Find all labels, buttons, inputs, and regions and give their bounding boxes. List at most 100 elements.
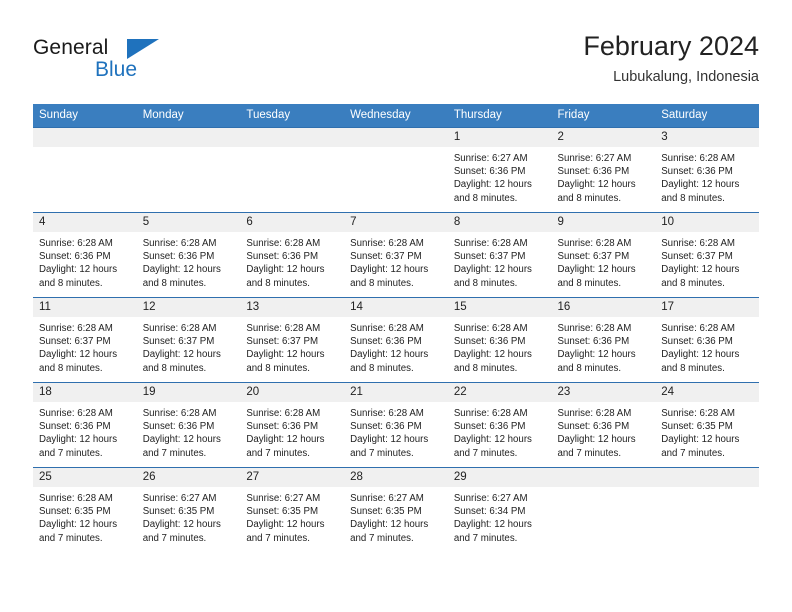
- calendar-week-row: 25 Sunrise: 6:28 AM Sunset: 6:35 PM Dayligh…: [33, 467, 759, 552]
- calendar-day-cell[interactable]: 1 Sunrise: 6:27 AM Sunset: 6:36 PM Daylight…: [447, 127, 552, 213]
- sunrise-text: Sunrise: 6:28 AM: [142, 323, 217, 334]
- calendar-day-cell[interactable]: 8 Sunrise: 6:28 AM Sunset: 6:37 PM Daylight…: [447, 212, 552, 298]
- calendar-day-cell[interactable]: 11 Sunrise: 6:28 AM Sunset: 6:37 PM Dayligh…: [33, 297, 137, 383]
- weekday-header-saturday: Saturday: [655, 104, 759, 128]
- calendar-day-cell[interactable]: 20 Sunrise: 6:28 AM Sunset: 6:36 PM Dayligh…: [240, 382, 345, 468]
- daylight-line2-text: and 8 minutes.: [142, 362, 207, 374]
- day-details: Sunrise: 6:27 AM Sunset: 6:36 PM Daylight:…: [552, 147, 656, 205]
- calendar-week-row: 11 Sunrise: 6:28 AM Sunset: 6:37 PM Dayligh…: [33, 297, 759, 383]
- daylight-line2-text: and 8 minutes.: [453, 192, 518, 204]
- calendar-day-cell[interactable]: 27 Sunrise: 6:27 AM Sunset: 6:35 PM Dayligh…: [240, 467, 345, 552]
- calendar-day-cell[interactable]: 24 Sunrise: 6:28 AM Sunset: 6:35 PM Dayligh…: [655, 382, 759, 468]
- daylight-line1-text: Daylight: 12 hours: [557, 349, 636, 361]
- sunrise-text: Sunrise: 6:28 AM: [453, 323, 528, 334]
- sunset-text: Sunset: 6:35 PM: [39, 506, 111, 518]
- calendar-day-cell[interactable]: 23 Sunrise: 6:28 AM Sunset: 6:36 PM Dayligh…: [551, 382, 656, 468]
- sunrise-text: Sunrise: 6:28 AM: [661, 153, 735, 164]
- daylight-line1-text: Daylight: 12 hours: [350, 264, 429, 276]
- day-number: 20: [240, 383, 345, 402]
- calendar-day-cell[interactable]: 3 Sunrise: 6:28 AM Sunset: 6:36 PM Daylight…: [655, 127, 759, 213]
- calendar-day-cell[interactable]: 17 Sunrise: 6:28 AM Sunset: 6:36 PM Dayligh…: [655, 297, 759, 383]
- daylight-line1-text: Daylight: 12 hours: [453, 519, 532, 531]
- day-number: [33, 128, 137, 147]
- sunset-text: Sunset: 6:36 PM: [557, 336, 630, 348]
- sunrise-text: Sunrise: 6:28 AM: [246, 238, 321, 249]
- brand-logo[interactable]: General Blue: [33, 36, 243, 88]
- calendar-cell-empty: [33, 127, 137, 213]
- day-details: Sunrise: 6:28 AM Sunset: 6:36 PM Daylight:…: [344, 317, 448, 375]
- daylight-line2-text: and 7 minutes.: [142, 447, 207, 459]
- sunrise-text: Sunrise: 6:28 AM: [39, 323, 113, 334]
- calendar-day-cell[interactable]: 18 Sunrise: 6:28 AM Sunset: 6:36 PM Dayligh…: [33, 382, 137, 468]
- calendar-day-cell[interactable]: 10 Sunrise: 6:28 AM Sunset: 6:37 PM Dayligh…: [655, 212, 759, 298]
- day-number: 8: [447, 213, 552, 232]
- calendar-day-cell[interactable]: 4 Sunrise: 6:28 AM Sunset: 6:36 PM Daylight…: [33, 212, 137, 298]
- calendar-day-cell[interactable]: 9 Sunrise: 6:28 AM Sunset: 6:37 PM Daylight…: [551, 212, 656, 298]
- calendar-day-cell[interactable]: 16 Sunrise: 6:28 AM Sunset: 6:36 PM Dayligh…: [551, 297, 656, 383]
- calendar-day-cell[interactable]: 13 Sunrise: 6:28 AM Sunset: 6:37 PM Dayligh…: [240, 297, 345, 383]
- calendar-day-cell[interactable]: 12 Sunrise: 6:28 AM Sunset: 6:37 PM Dayligh…: [136, 297, 241, 383]
- calendar-day-cell[interactable]: 26 Sunrise: 6:27 AM Sunset: 6:35 PM Dayligh…: [136, 467, 241, 552]
- sunrise-text: Sunrise: 6:28 AM: [350, 323, 424, 334]
- sunrise-text: Sunrise: 6:28 AM: [557, 323, 632, 334]
- triangle-logo-icon: [127, 39, 159, 59]
- sunset-text: Sunset: 6:37 PM: [453, 251, 526, 263]
- sunset-text: Sunset: 6:36 PM: [39, 421, 111, 433]
- daylight-line2-text: and 8 minutes.: [453, 362, 518, 374]
- sunset-text: Sunset: 6:35 PM: [350, 506, 422, 518]
- day-details: Sunrise: 6:28 AM Sunset: 6:36 PM Daylight:…: [655, 317, 759, 375]
- sunrise-text: Sunrise: 6:27 AM: [350, 493, 424, 504]
- day-number: 9: [551, 213, 656, 232]
- sunset-text: Sunset: 6:37 PM: [350, 251, 422, 263]
- sunrise-text: Sunrise: 6:28 AM: [557, 238, 632, 249]
- daylight-line1-text: Daylight: 12 hours: [142, 349, 221, 361]
- calendar-day-cell[interactable]: 15 Sunrise: 6:28 AM Sunset: 6:36 PM Dayligh…: [447, 297, 552, 383]
- sunrise-text: Sunrise: 6:28 AM: [246, 408, 321, 419]
- day-number: 2: [551, 128, 656, 147]
- day-details: Sunrise: 6:28 AM Sunset: 6:36 PM Daylight:…: [33, 402, 137, 460]
- day-details: Sunrise: 6:28 AM Sunset: 6:37 PM Daylight:…: [137, 317, 241, 375]
- daylight-line2-text: and 8 minutes.: [661, 362, 725, 374]
- calendar-day-cell[interactable]: 6 Sunrise: 6:28 AM Sunset: 6:36 PM Daylight…: [240, 212, 345, 298]
- day-number: 19: [136, 383, 241, 402]
- day-number: 5: [136, 213, 241, 232]
- calendar-day-cell[interactable]: 5 Sunrise: 6:28 AM Sunset: 6:36 PM Daylight…: [136, 212, 241, 298]
- brand-name-blue: Blue: [95, 58, 138, 81]
- sunrise-text: Sunrise: 6:27 AM: [246, 493, 321, 504]
- calendar-week-row: 18 Sunrise: 6:28 AM Sunset: 6:36 PM Dayligh…: [33, 382, 759, 468]
- day-details: Sunrise: 6:27 AM Sunset: 6:34 PM Daylight:…: [448, 487, 552, 545]
- sunrise-text: Sunrise: 6:27 AM: [142, 493, 217, 504]
- calendar-day-cell[interactable]: 21 Sunrise: 6:28 AM Sunset: 6:36 PM Dayligh…: [344, 382, 448, 468]
- weekday-header-monday: Monday: [136, 104, 241, 128]
- daylight-line1-text: Daylight: 12 hours: [350, 434, 429, 446]
- day-number: 28: [344, 468, 448, 487]
- day-number: 11: [33, 298, 137, 317]
- day-number: 18: [33, 383, 137, 402]
- day-number: 7: [344, 213, 448, 232]
- day-details: Sunrise: 6:28 AM Sunset: 6:36 PM Daylight:…: [552, 317, 656, 375]
- sunset-text: Sunset: 6:37 PM: [246, 336, 319, 348]
- daylight-line2-text: and 8 minutes.: [350, 362, 414, 374]
- day-details: Sunrise: 6:28 AM Sunset: 6:36 PM Daylight:…: [344, 402, 448, 460]
- day-number: 1: [447, 128, 552, 147]
- daylight-line1-text: Daylight: 12 hours: [453, 349, 532, 361]
- day-details: Sunrise: 6:27 AM Sunset: 6:35 PM Daylight:…: [240, 487, 344, 545]
- calendar-day-cell[interactable]: 29 Sunrise: 6:27 AM Sunset: 6:34 PM Dayligh…: [447, 467, 552, 552]
- calendar-day-cell[interactable]: 7 Sunrise: 6:28 AM Sunset: 6:37 PM Daylight…: [344, 212, 448, 298]
- day-details: Sunrise: 6:28 AM Sunset: 6:35 PM Daylight:…: [33, 487, 137, 545]
- sunset-text: Sunset: 6:36 PM: [39, 251, 111, 263]
- calendar-day-cell[interactable]: 2 Sunrise: 6:27 AM Sunset: 6:36 PM Daylight…: [551, 127, 656, 213]
- calendar-day-cell[interactable]: 25 Sunrise: 6:28 AM Sunset: 6:35 PM Dayligh…: [33, 467, 137, 552]
- calendar-day-cell[interactable]: 14 Sunrise: 6:28 AM Sunset: 6:36 PM Dayligh…: [344, 297, 448, 383]
- calendar-day-cell[interactable]: 19 Sunrise: 6:28 AM Sunset: 6:36 PM Dayligh…: [136, 382, 241, 468]
- calendar-day-cell[interactable]: 22 Sunrise: 6:28 AM Sunset: 6:36 PM Dayligh…: [447, 382, 552, 468]
- sunset-text: Sunset: 6:35 PM: [661, 421, 733, 433]
- daylight-line2-text: and 7 minutes.: [39, 532, 103, 544]
- day-number: 26: [136, 468, 241, 487]
- calendar-day-cell[interactable]: 28 Sunrise: 6:27 AM Sunset: 6:35 PM Dayligh…: [344, 467, 448, 552]
- sunset-text: Sunset: 6:36 PM: [246, 251, 319, 263]
- day-details: Sunrise: 6:28 AM Sunset: 6:37 PM Daylight:…: [448, 232, 552, 290]
- daylight-line1-text: Daylight: 12 hours: [557, 264, 636, 276]
- day-number: [344, 128, 448, 147]
- sunset-text: Sunset: 6:36 PM: [557, 166, 630, 178]
